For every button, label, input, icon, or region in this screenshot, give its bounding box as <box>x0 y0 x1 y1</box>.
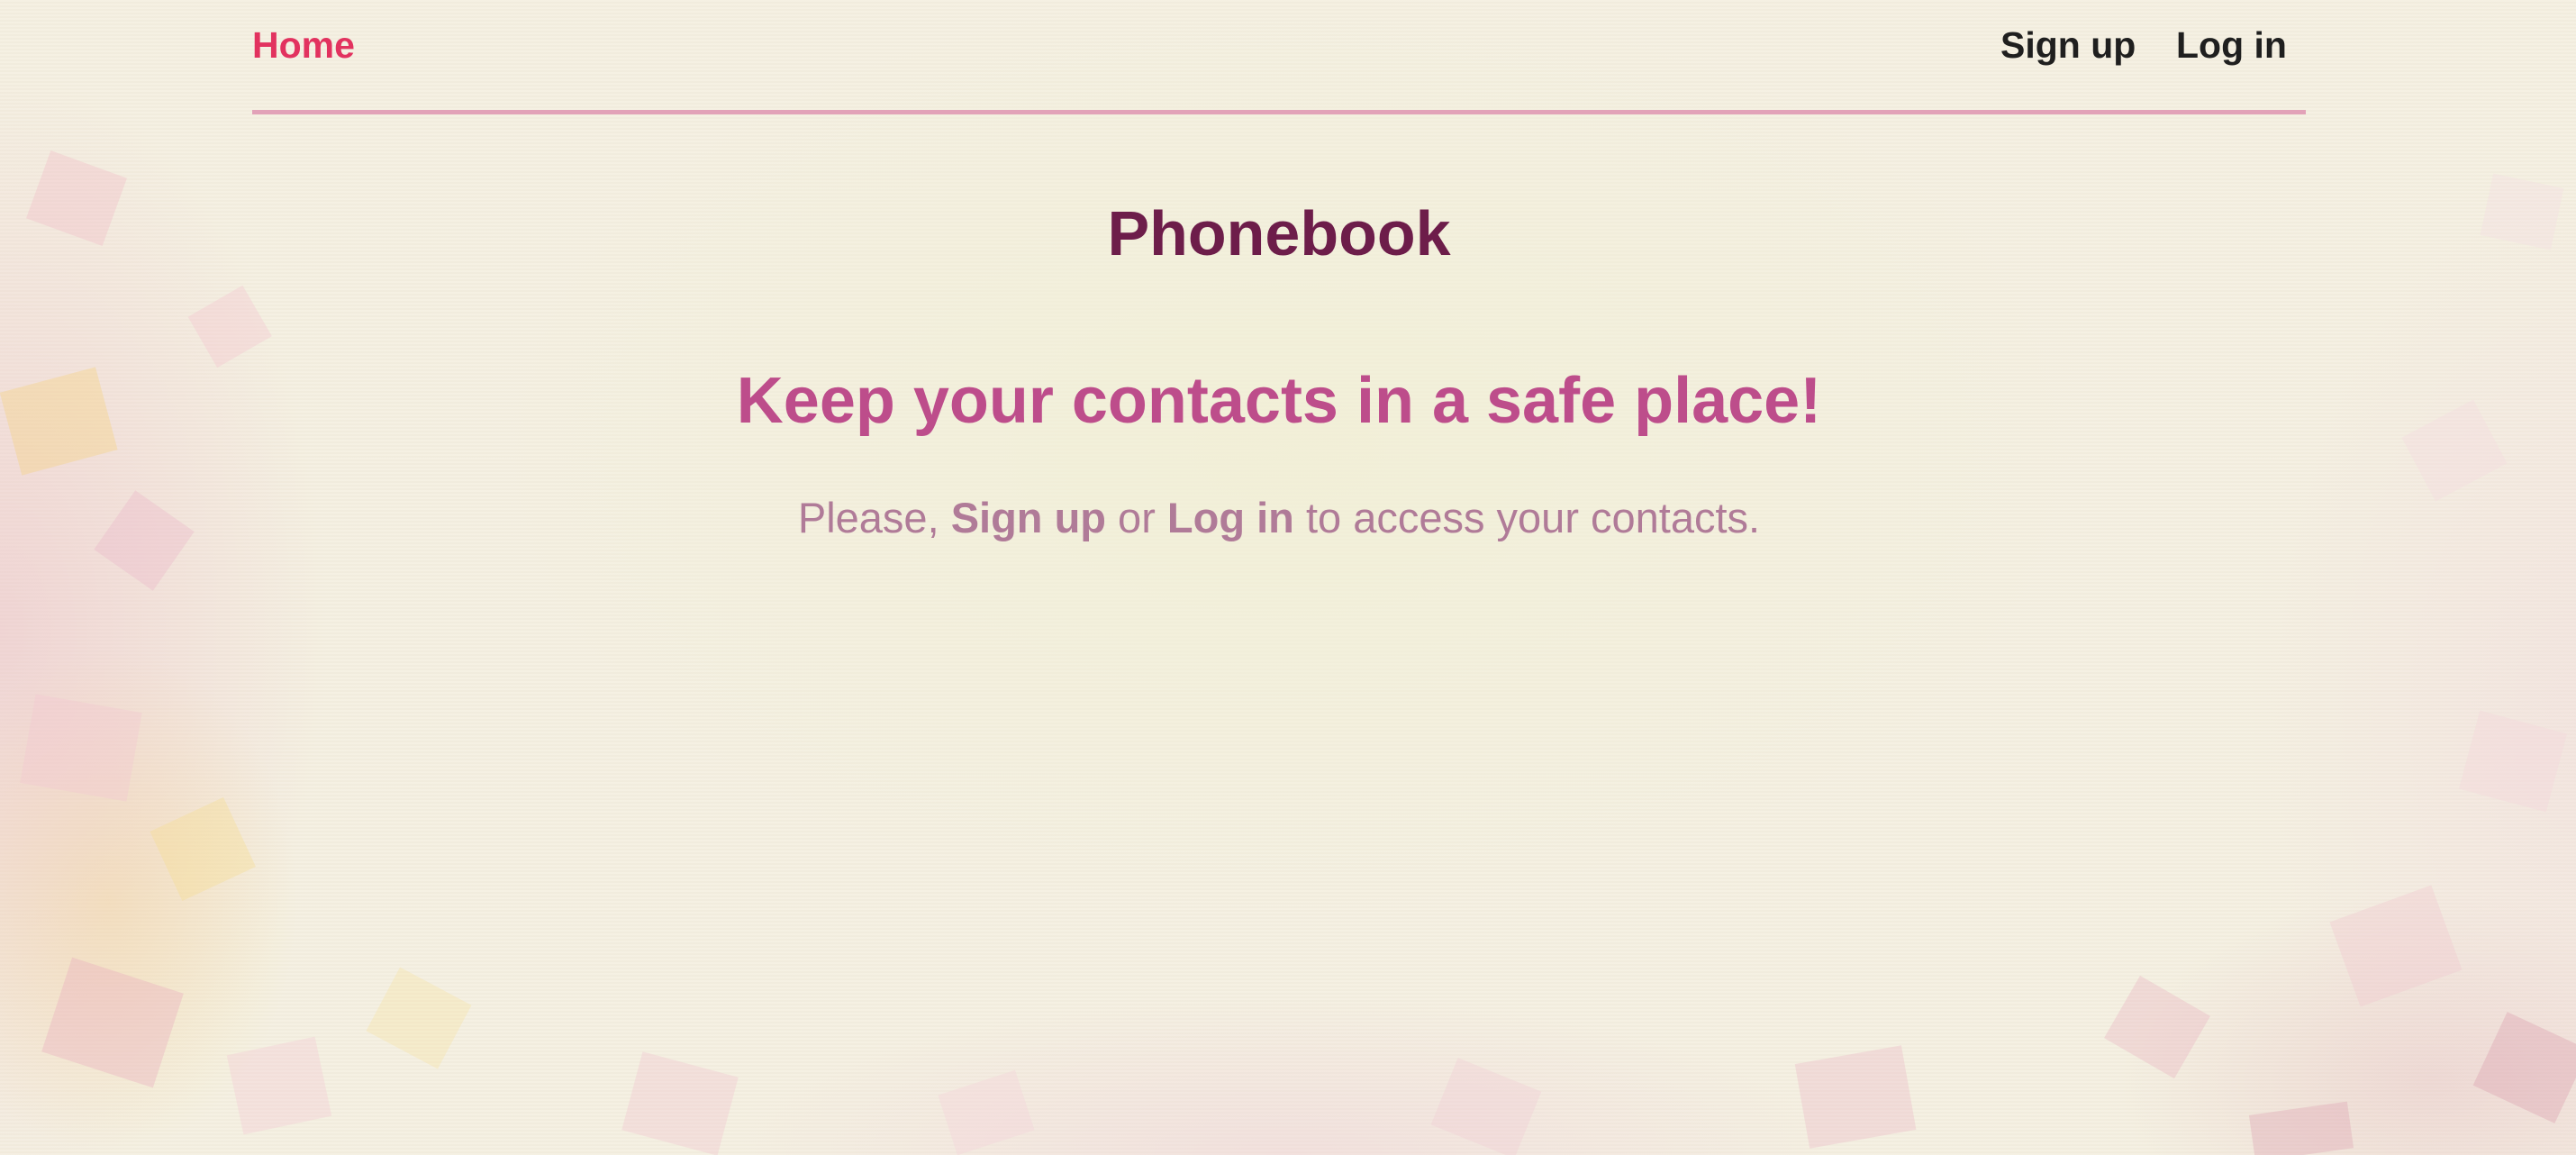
top-navbar: Home Sign up Log in <box>252 0 2306 114</box>
tagline-heading: Keep your contacts in a safe place! <box>736 365 1822 437</box>
access-prompt: Please, Sign up or Log in to access your… <box>0 487 2558 550</box>
home-link[interactable]: Home <box>252 22 355 68</box>
background-pattern <box>0 150 2576 1155</box>
prompt-login-link[interactable]: Log in <box>1167 494 1294 541</box>
prompt-text-start: Please, <box>797 494 951 541</box>
prompt-signup-link[interactable]: Sign up <box>951 494 1106 541</box>
prompt-text-end: to access your contacts. <box>1293 494 1761 541</box>
login-link[interactable]: Log in <box>2176 22 2287 68</box>
signup-link[interactable]: Sign up <box>2000 22 2136 68</box>
page-title: Phonebook <box>1107 198 1451 268</box>
prompt-text-or: or <box>1106 494 1167 541</box>
